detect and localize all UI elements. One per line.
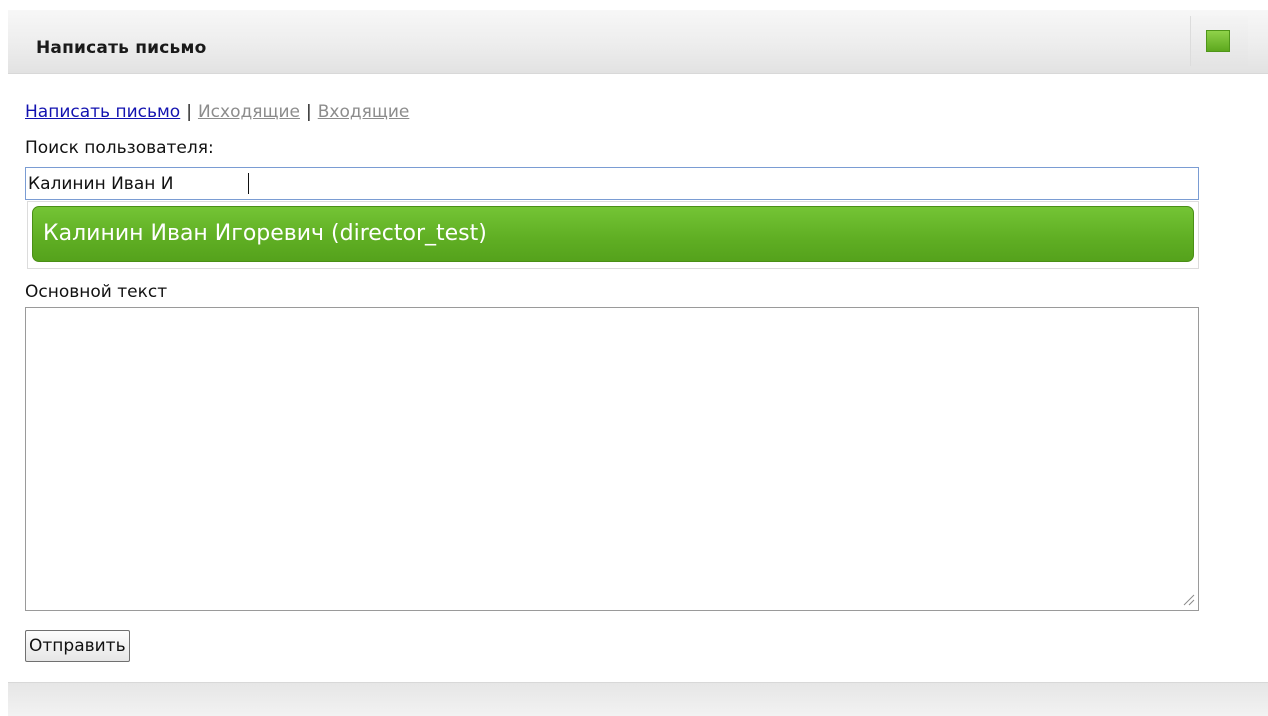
message-body-label: Основной текст — [25, 282, 168, 302]
header-button-container — [1190, 16, 1248, 66]
panel-title: Написать письмо — [36, 38, 207, 58]
mail-nav: Написать письмо | Исходящие | Входящие — [25, 102, 409, 122]
autocomplete-suggestion[interactable]: Калинин Иван Игоревич (director_test) — [32, 206, 1194, 262]
send-button[interactable]: Отправить — [25, 630, 130, 662]
autocomplete-dropdown: Калинин Иван Игоревич (director_test) — [27, 201, 1199, 269]
nav-inbox-link[interactable]: Входящие — [318, 102, 410, 122]
nav-compose-link[interactable]: Написать письмо — [25, 102, 180, 122]
green-square-icon[interactable] — [1206, 30, 1230, 52]
nav-separator: | — [186, 102, 192, 122]
nav-outbox-link[interactable]: Исходящие — [198, 102, 300, 122]
panel-header: Написать письмо — [8, 10, 1268, 74]
text-caret — [248, 173, 249, 194]
panel-footer — [8, 682, 1268, 716]
message-body-textarea[interactable] — [25, 307, 1199, 611]
search-user-input[interactable] — [25, 167, 1199, 200]
resize-grip-icon[interactable] — [1181, 592, 1195, 606]
search-user-label: Поиск пользователя: — [25, 138, 214, 158]
nav-separator: | — [305, 102, 312, 122]
